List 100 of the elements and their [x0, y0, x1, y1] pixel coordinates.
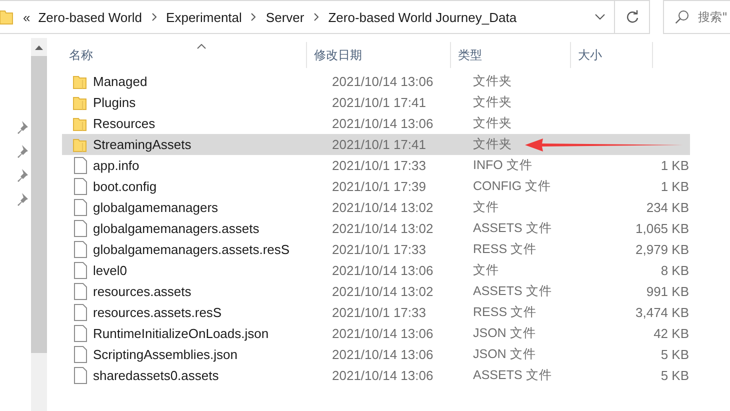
- file-size: 1 KB: [660, 158, 689, 173]
- file-name: StreamingAssets: [93, 137, 192, 152]
- modified-date: 2021/10/14 13:06: [331, 368, 434, 383]
- file-name: globalgamemanagers.assets: [93, 221, 260, 236]
- modified-date: 2021/10/14 13:02: [331, 200, 434, 215]
- file-type: 文件夹: [473, 136, 513, 153]
- modified-date: 2021/10/14 13:06: [331, 116, 434, 131]
- file-name: resources.assets.resS: [93, 305, 223, 320]
- breadcrumb[interactable]: Server: [264, 10, 306, 24]
- modified-date: 2021/10/14 13:06: [331, 347, 434, 362]
- address-bar[interactable]: « Zero-based World Experimental Server Zero-based World Journey_Data: [0, 0, 615, 34]
- file-icon: [74, 199, 87, 216]
- file-name: Resources: [93, 116, 156, 131]
- file-size: 1,065 KB: [634, 221, 689, 236]
- file-type: 文件夹: [473, 73, 513, 90]
- file-icon: [74, 157, 87, 174]
- folder-icon: [73, 74, 87, 88]
- scrollbar[interactable]: [31, 38, 47, 411]
- file-name: level0: [93, 263, 128, 278]
- search-icon: [675, 10, 689, 24]
- search-field[interactable]: 搜索": [663, 0, 730, 34]
- column-header[interactable]: 修改日期: [307, 42, 451, 68]
- folder-icon: [0, 9, 13, 25]
- file-type: JSON 文件: [473, 346, 537, 363]
- column-header[interactable]: 类型: [451, 42, 571, 68]
- file-name: RuntimeInitializeOnLoads.json: [93, 326, 270, 341]
- chevron-icon[interactable]: [314, 13, 319, 21]
- file-name: ScriptingAssemblies.json: [93, 347, 239, 362]
- file-type: ASSETS 文件: [473, 283, 553, 300]
- file-row[interactable]: ScriptingAssemblies.json 2021/10/14 13:06 JSON 文件 5 KB: [62, 344, 690, 365]
- file-size: 42 KB: [652, 326, 689, 341]
- file-name: globalgamemanagers: [93, 200, 220, 215]
- file-row[interactable]: globalgamemanagers 2021/10/14 13:02 文件 234 KB: [62, 197, 690, 218]
- breadcrumb[interactable]: Zero-based World: [36, 10, 144, 24]
- overflow-chevron[interactable]: «: [23, 10, 30, 24]
- file-icon: [74, 262, 87, 279]
- folder-icon: [73, 96, 87, 110]
- scroll-up-icon[interactable]: [35, 44, 43, 50]
- file-name: Managed: [93, 74, 148, 89]
- file-icon: [74, 346, 87, 363]
- modified-date: 2021/10/14 13:06: [331, 74, 434, 89]
- file-name: globalgamemanagers.assets.resS: [93, 242, 291, 257]
- column-header[interactable]: 名称: [47, 42, 307, 68]
- breadcrumb[interactable]: Zero-based World Journey_Data: [326, 10, 519, 24]
- file-name: boot.config: [93, 179, 158, 194]
- pin-icon[interactable]: [17, 168, 29, 184]
- modified-date: 2021/10/1 17:41: [331, 95, 427, 110]
- folder-icon: [73, 138, 87, 152]
- file-size: 1 KB: [660, 179, 689, 194]
- file-icon: [74, 178, 87, 195]
- file-size: 5 KB: [660, 368, 689, 383]
- file-row[interactable]: resources.assets 2021/10/14 13:02 ASSETS 文件 991 KB: [62, 281, 690, 302]
- file-row[interactable]: level0 2021/10/14 13:06 文件 8 KB: [62, 260, 690, 281]
- file-row[interactable]: globalgamemanagers.assets 2021/10/14 13:02 ASSETS 文件 1,065 KB: [62, 218, 690, 239]
- file-icon: [74, 220, 87, 237]
- file-type: 文件: [473, 262, 500, 279]
- file-type: RESS 文件: [473, 304, 538, 321]
- refresh-icon[interactable]: [626, 10, 638, 24]
- file-size: 2,979 KB: [634, 242, 689, 257]
- file-row[interactable]: Plugins 2021/10/1 17:41 文件夹: [62, 92, 690, 113]
- breadcrumb[interactable]: Experimental: [164, 10, 244, 24]
- file-size: 5 KB: [660, 347, 689, 362]
- file-name: sharedassets0.assets: [93, 368, 220, 383]
- file-icon: [74, 304, 87, 321]
- column-header[interactable]: 大小: [571, 42, 653, 68]
- sort-caret-icon: [197, 44, 206, 49]
- pin-icon[interactable]: [17, 120, 29, 136]
- file-size: 234 KB: [645, 200, 689, 215]
- file-type: 文件夹: [473, 115, 513, 132]
- pin-icon[interactable]: [17, 144, 29, 160]
- file-size: 3,474 KB: [634, 305, 689, 320]
- file-icon: [74, 283, 87, 300]
- file-name: app.info: [93, 158, 140, 173]
- file-row[interactable]: Managed 2021/10/14 13:06 文件夹: [62, 71, 690, 92]
- file-icon: [74, 367, 87, 384]
- file-row[interactable]: RuntimeInitializeOnLoads.json 2021/10/14 13:06 JSON 文件 42 KB: [62, 323, 690, 344]
- file-type: ASSETS 文件: [473, 220, 553, 237]
- file-type: RESS 文件: [473, 241, 538, 258]
- modified-date: 2021/10/1 17:33: [331, 158, 427, 173]
- file-type: CONFIG 文件: [473, 178, 552, 195]
- dropdown-icon[interactable]: [595, 14, 605, 20]
- pin-icon[interactable]: [17, 192, 29, 208]
- file-row[interactable]: sharedassets0.assets 2021/10/14 13:06 ASSETS 文件 5 KB: [62, 365, 690, 386]
- modified-date: 2021/10/1 17:39: [331, 179, 427, 194]
- file-row[interactable]: app.info 2021/10/1 17:33 INFO 文件 1 KB: [62, 155, 690, 176]
- file-type: INFO 文件: [473, 157, 534, 174]
- modified-date: 2021/10/1 17:41: [331, 137, 427, 152]
- modified-date: 2021/10/1 17:33: [331, 305, 427, 320]
- file-row[interactable]: Resources 2021/10/14 13:06 文件夹: [62, 113, 690, 134]
- file-row[interactable]: globalgamemanagers.assets.resS 2021/10/1 17:33 RESS 文件 2,979 KB: [62, 239, 690, 260]
- chevron-icon[interactable]: [152, 13, 157, 21]
- file-row[interactable]: boot.config 2021/10/1 17:39 CONFIG 文件 1 KB: [62, 176, 690, 197]
- file-row[interactable]: resources.assets.resS 2021/10/1 17:33 RESS 文件 3,474 KB: [62, 302, 690, 323]
- chevron-icon[interactable]: [251, 13, 256, 21]
- file-size: 8 KB: [660, 263, 689, 278]
- file-type: 文件夹: [473, 94, 513, 111]
- file-name: Plugins: [93, 95, 137, 110]
- file-row[interactable]: StreamingAssets 2021/10/1 17:41 文件夹: [62, 134, 690, 155]
- modified-date: 2021/10/14 13:06: [331, 326, 434, 341]
- modified-date: 2021/10/14 13:06: [331, 263, 434, 278]
